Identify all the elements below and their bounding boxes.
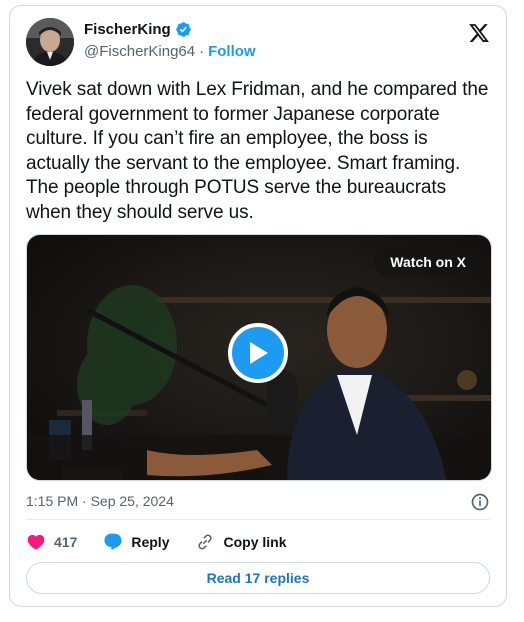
reply-label: Reply: [131, 534, 170, 550]
tweet-header: FischerKing @FischerKing64 · Follow: [26, 18, 490, 66]
verified-badge-icon: [175, 22, 191, 37]
divider: [26, 519, 490, 520]
reply-button[interactable]: Reply: [103, 532, 169, 552]
read-replies-button[interactable]: Read 17 replies: [26, 562, 490, 594]
author-handle[interactable]: @FischerKing64: [84, 43, 195, 60]
separator-dot: ·: [199, 43, 205, 60]
heart-icon: [27, 534, 45, 550]
likes-count: 417: [54, 534, 78, 550]
tweet-card: FischerKing @FischerKing64 · Follow Vive…: [9, 5, 507, 607]
name-row: FischerKing: [84, 21, 192, 38]
handle-row: @FischerKing64 · Follow: [84, 43, 256, 60]
link-icon: [198, 534, 213, 550]
tweet-text: Vivek sat down with Lex Fridman, and he …: [26, 79, 489, 223]
video-player[interactable]: Watch on X: [26, 234, 492, 481]
avatar[interactable]: [26, 18, 74, 66]
play-icon: [250, 342, 268, 364]
info-icon[interactable]: [470, 492, 490, 512]
watch-on-x-button[interactable]: Watch on X: [374, 247, 482, 277]
copy-link-label: Copy link: [223, 534, 287, 550]
copy-link-button[interactable]: Copy link: [195, 532, 287, 552]
play-button[interactable]: [228, 323, 288, 383]
author-display-name[interactable]: FischerKing: [84, 21, 171, 38]
like-button[interactable]: 417: [26, 532, 77, 552]
x-logo-icon[interactable]: [468, 22, 490, 44]
timestamp-row: 1:15 PM · Sep 25, 2024: [26, 492, 490, 512]
follow-button[interactable]: Follow: [208, 43, 256, 60]
avatar-image: [26, 18, 74, 66]
tweet-timestamp[interactable]: 1:15 PM · Sep 25, 2024: [26, 493, 174, 509]
reply-bubble-icon: [104, 533, 122, 551]
action-bar: 417 Reply Copy link: [26, 530, 490, 554]
